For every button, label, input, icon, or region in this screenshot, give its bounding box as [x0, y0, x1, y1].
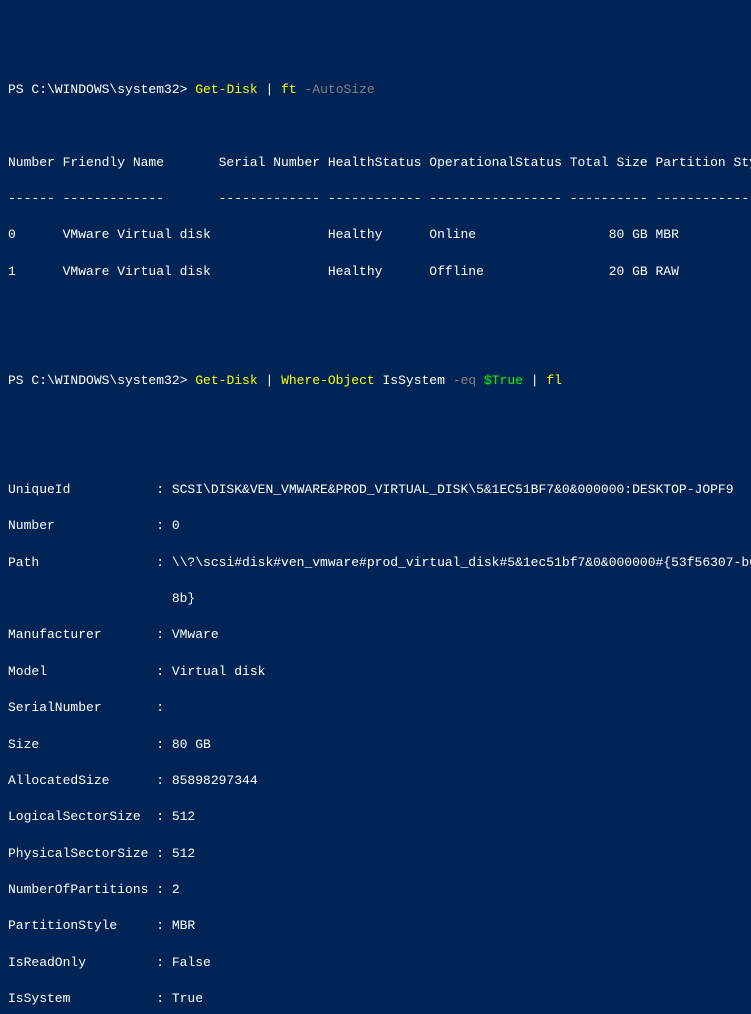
blank-line [8, 445, 743, 463]
detail-issystem: IsSystem : True [8, 990, 743, 1008]
table-divider: ------ ------------- ------------- -----… [8, 190, 743, 208]
parameter: -AutoSize [297, 82, 375, 97]
cmdlet: Get-Disk [195, 82, 257, 97]
blank-line [8, 299, 743, 317]
space [476, 373, 484, 388]
cmdlet: fl [546, 373, 562, 388]
detail-uniqueid: UniqueId : SCSI\DISK&VEN_VMWARE&PROD_VIR… [8, 481, 743, 499]
detail-numberofpartitions: NumberOfPartitions : 2 [8, 881, 743, 899]
pipe: | [523, 373, 546, 388]
parameter: -eq [453, 373, 476, 388]
detail-manufacturer: Manufacturer : VMware [8, 626, 743, 644]
command-line-1[interactable]: PS C:\WINDOWS\system32> Get-Disk | ft -A… [8, 81, 743, 99]
detail-number: Number : 0 [8, 517, 743, 535]
detail-path-cont: 8b} [8, 590, 743, 608]
detail-model: Model : Virtual disk [8, 663, 743, 681]
prompt: PS C:\WINDOWS\system32> [8, 82, 187, 97]
blank-line [8, 408, 743, 426]
cmdlet: Where-Object [281, 373, 375, 388]
detail-path: Path : \\?\scsi#disk#ven_vmware#prod_vir… [8, 554, 743, 572]
blank-line [8, 335, 743, 353]
detail-logicalsectorsize: LogicalSectorSize : 512 [8, 808, 743, 826]
detail-isreadonly: IsReadOnly : False [8, 954, 743, 972]
detail-serialnumber: SerialNumber : [8, 699, 743, 717]
pipe: | [258, 82, 281, 97]
argument: IsSystem [375, 373, 453, 388]
table-row: 1 VMware Virtual disk Healthy Offline 20… [8, 263, 743, 281]
table-row: 0 VMware Virtual disk Healthy Online 80 … [8, 226, 743, 244]
detail-allocatedsize: AllocatedSize : 85898297344 [8, 772, 743, 790]
detail-size: Size : 80 GB [8, 736, 743, 754]
pipe: | [258, 373, 281, 388]
detail-partitionstyle: PartitionStyle : MBR [8, 917, 743, 935]
cmdlet: ft [281, 82, 297, 97]
command-line-2[interactable]: PS C:\WINDOWS\system32> Get-Disk | Where… [8, 372, 743, 390]
table-header: Number Friendly Name Serial Number Healt… [8, 154, 743, 172]
prompt: PS C:\WINDOWS\system32> [8, 373, 187, 388]
blank-line [8, 117, 743, 135]
detail-physicalsectorsize: PhysicalSectorSize : 512 [8, 845, 743, 863]
cmdlet: Get-Disk [195, 373, 257, 388]
variable: $True [484, 373, 523, 388]
